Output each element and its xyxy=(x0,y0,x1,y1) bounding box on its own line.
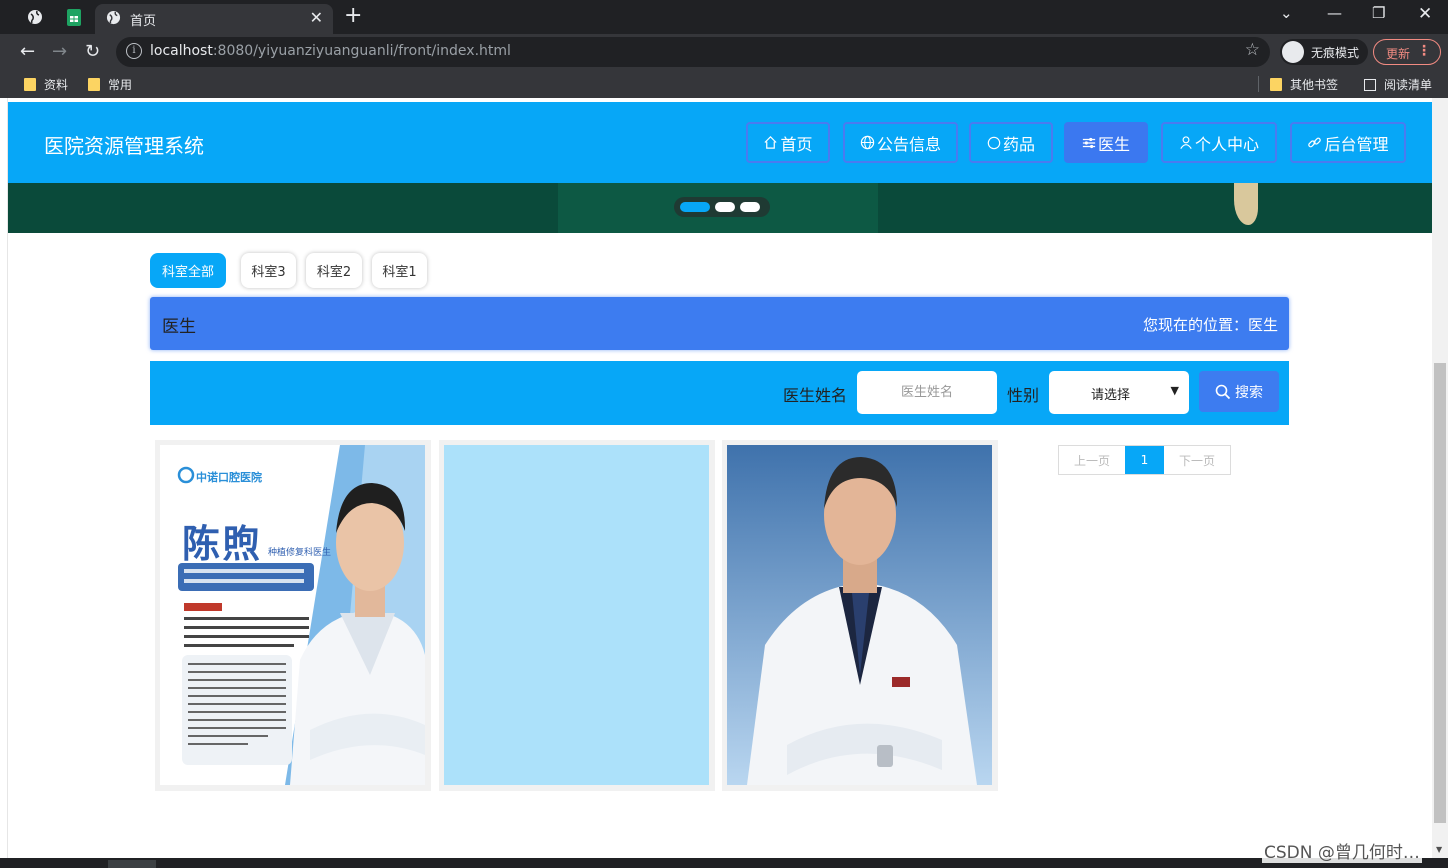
search-button[interactable]: 搜索 xyxy=(1199,371,1279,412)
sliders-icon xyxy=(1082,137,1096,148)
nav-announcements[interactable]: 公告信息 xyxy=(843,122,958,163)
update-label: 更新 xyxy=(1386,47,1411,61)
doctor-photo-2 xyxy=(444,445,709,785)
user-icon xyxy=(1180,136,1192,149)
sheets-tab-icon[interactable] xyxy=(59,4,89,30)
home-icon xyxy=(764,136,778,149)
tab-close-icon[interactable]: ✕ xyxy=(310,8,323,27)
category-dept-2[interactable]: 科室2 xyxy=(306,253,362,288)
globe-icon xyxy=(860,135,875,150)
bookmark-other[interactable]: 其他书签 xyxy=(1270,76,1338,93)
url-text: localhost:8080/yiyuanziyuanguanli/front/… xyxy=(150,43,511,59)
category-all[interactable]: 科室全部 xyxy=(150,253,226,288)
section-title-bar: 医生 您现在的位置：医生 xyxy=(150,297,1289,350)
doctor-name: 陈煦 xyxy=(182,521,263,566)
reload-icon[interactable]: ↻ xyxy=(85,40,100,64)
category-dept-1[interactable]: 科室1 xyxy=(372,253,427,288)
browser-tab-bar: 首页 ✕ + ⌄ — ❐ ✕ xyxy=(0,0,1448,34)
address-bar[interactable]: i localhost:8080/yiyuanziyuanguanli/fron… xyxy=(116,37,1270,67)
carousel-dot-3[interactable] xyxy=(740,202,760,212)
incognito-badge[interactable]: 无痕模式 xyxy=(1280,39,1368,65)
doctor-title: 种植修复科医生 xyxy=(268,548,332,558)
pagination: 上一页 1 下一页 xyxy=(1058,445,1231,475)
active-tab[interactable]: 首页 ✕ xyxy=(95,4,333,34)
doctor-name-label: 医生姓名 xyxy=(783,386,848,405)
new-tab-icon[interactable]: + xyxy=(344,4,362,28)
restore-icon[interactable]: ❐ xyxy=(1372,4,1385,22)
page-scrollbar[interactable]: ▼ xyxy=(1432,98,1448,858)
globe-tab-icon[interactable] xyxy=(20,4,50,30)
scroll-down-arrow-icon[interactable]: ▼ xyxy=(1436,845,1442,854)
bookmark-star-icon[interactable]: ☆ xyxy=(1245,40,1260,60)
circle-icon xyxy=(987,136,1001,149)
tab-title: 首页 xyxy=(130,14,157,29)
doctor-photo-3 xyxy=(727,445,992,785)
incognito-icon xyxy=(1282,41,1304,63)
chevron-down-icon: ▼ xyxy=(1170,384,1179,397)
nav-admin[interactable]: 后台管理 xyxy=(1290,122,1406,163)
site-info-icon[interactable]: i xyxy=(126,43,142,59)
gender-label: 性别 xyxy=(1007,386,1040,405)
doctor-card-1[interactable]: 中诺口腔医院 陈煦 种植修复科医生 xyxy=(155,440,431,791)
folder-icon xyxy=(88,78,100,91)
carousel-indicators xyxy=(674,197,770,217)
carousel-dot-1[interactable] xyxy=(680,202,710,212)
taskbar-strip xyxy=(0,858,1448,868)
banner-graphic xyxy=(1234,183,1258,225)
carousel-banner[interactable] xyxy=(8,183,1432,233)
minimize-icon[interactable]: — xyxy=(1327,4,1342,22)
taskbar-item[interactable] xyxy=(108,860,156,868)
pagination-page-1[interactable]: 1 xyxy=(1125,446,1164,474)
more-menu-icon: ⋮ xyxy=(1417,43,1431,59)
reading-list[interactable]: 阅读清单 xyxy=(1364,76,1432,93)
site-header: 医院资源管理系统 首页 公告信息 药品 医生 个人中心 后台管理 xyxy=(8,102,1432,183)
nav-medicine[interactable]: 药品 xyxy=(969,122,1053,163)
search-bar: 医生姓名 性别 请选择 ▼ 搜索 xyxy=(150,361,1289,425)
scrollbar-thumb[interactable] xyxy=(1434,363,1446,823)
bookmarks-bar: 资料 常用 其他书签 阅读清单 xyxy=(0,70,1448,98)
doctor-card-2[interactable] xyxy=(439,440,715,791)
doctor-name-input[interactable] xyxy=(857,371,997,414)
link-icon xyxy=(1308,137,1322,148)
left-edge xyxy=(0,98,8,858)
carousel-dot-2[interactable] xyxy=(715,202,735,212)
folder-icon xyxy=(1270,78,1282,91)
tab-search-chevron-icon[interactable]: ⌄ xyxy=(1280,4,1293,22)
pagination-prev[interactable]: 上一页 xyxy=(1059,446,1125,474)
nav-doctor[interactable]: 医生 xyxy=(1064,122,1148,163)
close-window-icon[interactable]: ✕ xyxy=(1418,4,1432,24)
hospital-logo-text: 中诺口腔医院 xyxy=(196,471,262,484)
pagination-next[interactable]: 下一页 xyxy=(1164,446,1230,474)
gender-select[interactable]: 请选择 ▼ xyxy=(1049,371,1189,414)
forward-icon[interactable]: → xyxy=(52,40,67,64)
reading-list-icon xyxy=(1364,78,1376,91)
bookmark-separator xyxy=(1258,76,1259,92)
watermark-text: CSDN @曾几何时… xyxy=(1262,838,1422,863)
back-icon[interactable]: ← xyxy=(20,40,35,64)
page-viewport: 医院资源管理系统 首页 公告信息 药品 医生 个人中心 后台管理 科室全部 科室… xyxy=(0,98,1448,858)
bookmark-folder-changyong[interactable]: 常用 xyxy=(88,76,132,93)
nav-profile[interactable]: 个人中心 xyxy=(1161,122,1277,163)
update-button[interactable]: 更新 ⋮ xyxy=(1373,39,1441,65)
folder-icon xyxy=(24,78,36,91)
search-icon xyxy=(1215,384,1231,399)
breadcrumb-location: 您现在的位置：医生 xyxy=(1142,316,1278,334)
incognito-label: 无痕模式 xyxy=(1311,46,1360,60)
doctor-photo-1: 中诺口腔医院 陈煦 种植修复科医生 xyxy=(160,445,425,785)
category-dept-3[interactable]: 科室3 xyxy=(241,253,296,288)
browser-toolbar: ← → ↻ i localhost:8080/yiyuanziyuanguanl… xyxy=(0,34,1448,70)
nav-home[interactable]: 首页 xyxy=(746,122,830,163)
doctor-card-3[interactable] xyxy=(722,440,998,791)
section-title: 医生 xyxy=(162,317,196,337)
site-title: 医院资源管理系统 xyxy=(44,134,204,158)
bookmark-folder-ziliao[interactable]: 资料 xyxy=(24,76,68,93)
globe-icon xyxy=(106,10,121,29)
gender-select-value: 请选择 xyxy=(1091,388,1131,403)
